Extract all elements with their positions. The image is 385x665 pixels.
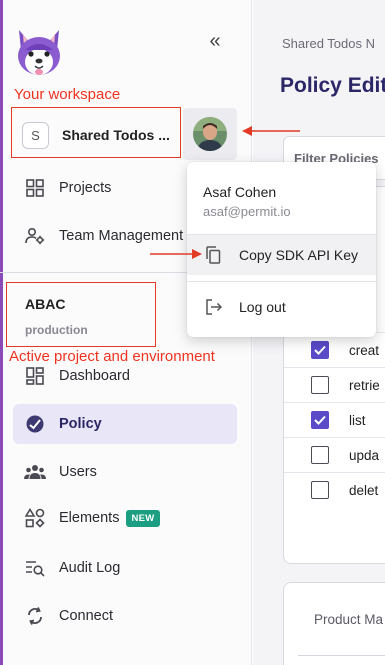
audit-log-icon xyxy=(24,557,46,579)
workspace-switcher[interactable]: S Shared Todos ... xyxy=(22,120,177,150)
permission-checkbox[interactable] xyxy=(311,481,329,499)
table-row: list xyxy=(284,402,385,437)
menu-divider xyxy=(187,281,376,282)
user-menu: Asaf Cohen asaf@permit.io Copy SDK API K… xyxy=(187,162,376,337)
copy-icon xyxy=(203,245,223,265)
resource-card-title: Product Ma xyxy=(314,612,384,627)
permit-cat-logo[interactable] xyxy=(15,26,63,80)
project-name[interactable]: ABAC xyxy=(25,296,65,312)
sidebar-item-label: Users xyxy=(59,464,97,480)
permission-label: list xyxy=(349,412,366,428)
sidebar-item-connect[interactable]: Connect xyxy=(13,596,237,636)
sidebar-item-dashboard[interactable]: Dashboard xyxy=(13,356,237,396)
permission-checkbox[interactable] xyxy=(311,376,329,394)
avatar xyxy=(193,117,227,151)
menu-item-label: Log out xyxy=(239,299,286,315)
new-badge: NEW xyxy=(126,509,160,527)
logout-icon xyxy=(203,297,223,317)
collapse-sidebar-button[interactable]: « xyxy=(203,30,227,54)
permission-checkbox[interactable] xyxy=(311,446,329,464)
avatar-arrow-annotation xyxy=(242,126,300,136)
log-out-item[interactable]: Log out xyxy=(187,287,376,327)
permission-label: creat xyxy=(349,342,380,358)
sidebar-item-label: Audit Log xyxy=(59,560,121,576)
sidebar-item-label: Elements xyxy=(59,510,120,526)
table-row: upda xyxy=(284,437,385,472)
permission-label: delet xyxy=(349,482,379,498)
permission-label: upda xyxy=(349,447,380,463)
permission-checkbox[interactable] xyxy=(311,341,329,359)
users-icon xyxy=(24,461,46,483)
user-email: asaf@permit.io xyxy=(203,204,291,219)
resource-card: Product Ma xyxy=(283,582,385,665)
breadcrumb[interactable]: Shared Todos N xyxy=(282,36,375,51)
sidebar-item-label: Dashboard xyxy=(59,368,130,384)
table-row: delet xyxy=(284,472,385,507)
workspace-name: Shared Todos ... xyxy=(62,127,170,143)
sidebar-item-label: Policy xyxy=(59,416,102,432)
elements-icon xyxy=(24,507,46,529)
user-avatar-button[interactable] xyxy=(183,108,237,160)
user-name: Asaf Cohen xyxy=(203,184,277,200)
workspace-annotation: Your workspace xyxy=(14,86,121,103)
table-row: retrie xyxy=(284,367,385,402)
permission-label: retrie xyxy=(349,377,380,393)
policy-icon xyxy=(24,413,46,435)
page-title: Policy Edit xyxy=(280,74,385,97)
environment-name[interactable]: production xyxy=(25,323,88,337)
connect-icon xyxy=(24,605,46,627)
sidebar-item-label: Connect xyxy=(59,608,114,624)
grid-icon xyxy=(24,177,46,199)
sidebar-item-elements[interactable]: Elements NEW xyxy=(13,498,237,538)
sidebar-item-users[interactable]: Users xyxy=(13,452,237,492)
sidebar-item-label: Team Management xyxy=(59,228,184,244)
workspace-badge: S xyxy=(22,121,49,149)
permission-checkbox[interactable] xyxy=(311,411,329,429)
menu-item-label: Copy SDK API Key xyxy=(239,247,359,263)
users-gear-icon xyxy=(24,225,46,247)
double-chevron-left-icon: « xyxy=(209,30,221,52)
copy-key-arrow-annotation xyxy=(150,249,202,259)
table-row: creat xyxy=(284,332,385,367)
sidebar-item-policy[interactable]: Policy xyxy=(13,404,237,444)
card-divider xyxy=(298,655,385,656)
copy-sdk-api-key-item[interactable]: Copy SDK API Key xyxy=(187,235,376,275)
project-annotation-box xyxy=(6,282,156,347)
sidebar-item-audit-log[interactable]: Audit Log xyxy=(13,548,237,588)
sidebar-item-label: Projects xyxy=(59,180,112,196)
dashboard-icon xyxy=(24,365,46,387)
